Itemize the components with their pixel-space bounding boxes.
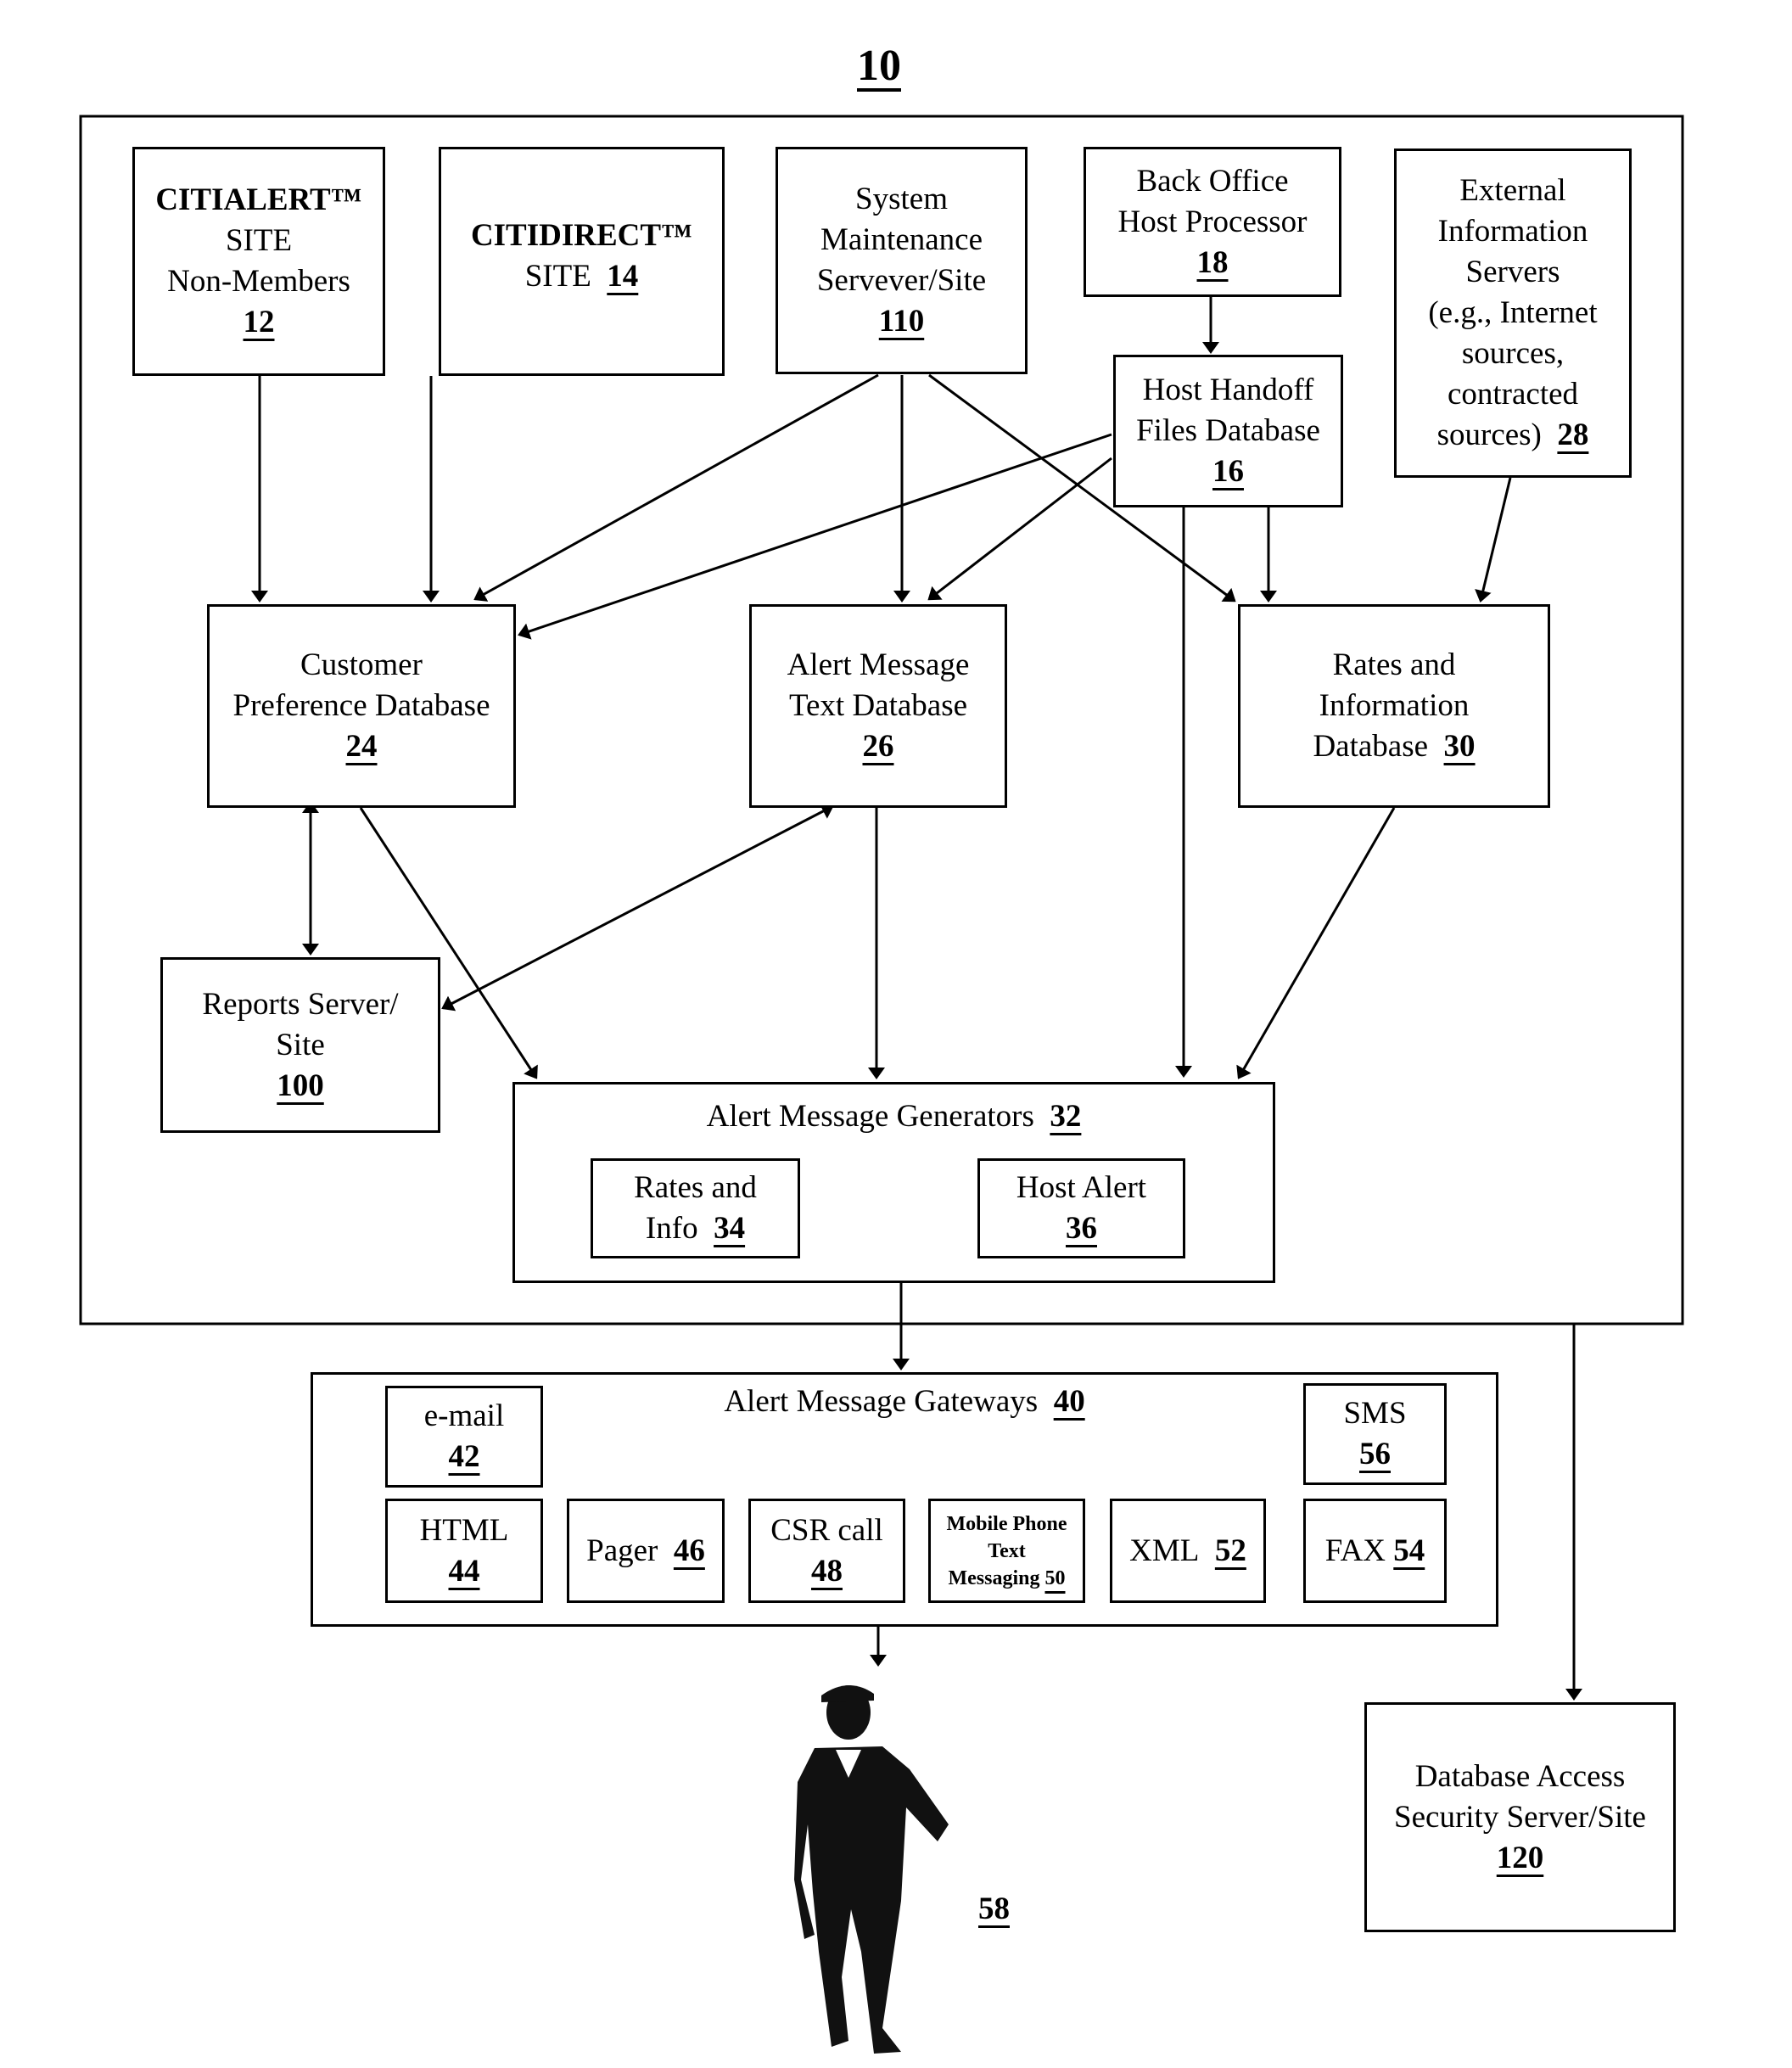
pager-label: Pager 46 — [586, 1533, 705, 1568]
citidirect-number: 14 — [607, 259, 639, 294]
custpref-line-2: Preference Database — [232, 688, 490, 723]
genrates-number: 34 — [714, 1211, 746, 1246]
mobile-number: 50 — [1044, 1566, 1066, 1589]
email-label: e-mail — [423, 1398, 505, 1433]
gateway-html-box: HTML 44 — [385, 1499, 543, 1603]
backoffice-line-2: Host Processor — [1117, 204, 1308, 239]
generator-rates-info-box: Rates and Info 34 — [591, 1158, 800, 1258]
custpref-line-1: Customer — [300, 647, 423, 682]
sysmaint-line-1: System — [855, 182, 948, 216]
html-label: HTML — [419, 1512, 509, 1548]
database-access-security-box: Database Access Security Server/Site 120 — [1364, 1702, 1676, 1932]
citialert-line-1: CITIALERT™ — [155, 182, 362, 217]
alerttext-line-1: Alert Message — [787, 647, 970, 682]
citidirect-line-1: CITIDIRECT™ — [470, 218, 693, 253]
email-number: 42 — [448, 1439, 480, 1474]
backoffice-number: 18 — [1196, 244, 1229, 280]
external-number: 28 — [1557, 418, 1589, 452]
reports-server-box: Reports Server/ Site 100 — [160, 957, 440, 1133]
external-line-4: (e.g., Internet — [1428, 295, 1598, 330]
external-line-7: sources) 28 — [1436, 418, 1589, 452]
sms-number: 56 — [1359, 1437, 1391, 1471]
handoff-line-2: Files Database — [1136, 413, 1320, 448]
sysmaint-line-3: Servever/Site — [816, 263, 987, 298]
gateway-xml-box: XML 52 — [1110, 1499, 1266, 1603]
back-office-box: Back Office Host Processor 18 — [1084, 147, 1341, 297]
dbaccess-number: 120 — [1496, 1840, 1544, 1875]
gateway-email-box: e-mail 42 — [385, 1386, 543, 1488]
arrow-handoff-to-alert-text — [927, 457, 1112, 601]
citialert-line-3: Non-Members — [167, 264, 350, 299]
backoffice-line-1: Back Office — [1136, 163, 1289, 199]
dbaccess-line-2: Security Server/Site — [1394, 1799, 1646, 1835]
mobile-line-3: Messaging 50 — [948, 1566, 1066, 1589]
citidirect-site-box: CITIDIRECT™ SITE 14 — [439, 147, 725, 376]
external-line-1: External — [1459, 173, 1566, 208]
gateways-number: 40 — [1053, 1384, 1085, 1419]
gateway-fax-box: FAX 54 — [1303, 1499, 1447, 1603]
sysmaint-line-2: Maintenance — [820, 222, 983, 257]
pager-number: 46 — [673, 1533, 705, 1568]
gateways-title: Alert Message Gateways 40 — [724, 1384, 1085, 1419]
external-line-2: Information — [1437, 214, 1588, 249]
reports-line-1: Reports Server/ — [202, 986, 399, 1022]
gateway-pager-box: Pager 46 — [567, 1499, 725, 1603]
handoff-line-1: Host Handoff — [1142, 373, 1314, 407]
arrow-sysmaint-to-customer-pref — [473, 373, 879, 602]
external-line-3: Servers — [1465, 255, 1560, 289]
generators-title: Alert Message Generators 32 — [706, 1099, 1082, 1134]
dbaccess-line-1: Database Access — [1414, 1758, 1626, 1794]
custpref-number: 24 — [345, 729, 378, 764]
alerttext-number: 26 — [862, 729, 894, 764]
arrow-rates-db-to-generators — [1236, 807, 1396, 1079]
csr-number: 48 — [811, 1553, 843, 1589]
handoff-number: 16 — [1212, 454, 1244, 489]
ratesdb-line-2: Information — [1319, 688, 1470, 723]
system-maintenance-box: System Maintenance Servever/Site 110 — [776, 147, 1028, 374]
external-line-5: sources, — [1461, 336, 1565, 371]
arrow-alert-text-reports — [441, 804, 834, 1012]
xml-number: 52 — [1214, 1533, 1246, 1568]
html-number: 44 — [448, 1553, 480, 1589]
genrates-line-1: Rates and — [634, 1170, 757, 1205]
gateway-csr-call-box: CSR call 48 — [748, 1499, 905, 1603]
citidirect-line-2: SITE 14 — [524, 259, 639, 294]
alerttext-line-2: Text Database — [788, 688, 968, 723]
alert-message-text-db-box: Alert Message Text Database 26 — [749, 604, 1007, 808]
generator-host-alert-box: Host Alert 36 — [977, 1158, 1185, 1258]
rates-information-db-box: Rates and Information Database 30 — [1238, 604, 1550, 808]
csr-label: CSR call — [770, 1512, 883, 1548]
sms-label: SMS — [1343, 1396, 1407, 1431]
citialert-line-2: SITE — [225, 223, 293, 258]
ratesdb-line-3: Database 30 — [1313, 729, 1476, 764]
mobile-line-1: Mobile Phone — [946, 1512, 1067, 1535]
generators-number: 32 — [1050, 1099, 1082, 1134]
gateway-mobile-text-box: Mobile Phone Text Messaging 50 — [928, 1499, 1085, 1603]
customer-label: 58 — [978, 1891, 1010, 1926]
ratesdb-number: 30 — [1443, 729, 1476, 764]
reports-line-2: Site — [276, 1027, 325, 1062]
citialert-site-box: CITIALERT™ SITE Non-Members 12 — [132, 147, 385, 376]
xml-label: XML 52 — [1129, 1533, 1246, 1568]
mobile-line-2: Text — [988, 1539, 1026, 1562]
genhost-number: 36 — [1066, 1211, 1097, 1246]
fax-number: 54 — [1393, 1533, 1425, 1568]
genrates-line-2: Info 34 — [645, 1211, 746, 1246]
ratesdb-line-1: Rates and — [1332, 647, 1456, 682]
external-line-6: contracted — [1447, 377, 1579, 412]
host-handoff-box: Host Handoff Files Database 16 — [1113, 355, 1343, 507]
external-info-box: External Information Servers (e.g., Inte… — [1394, 149, 1632, 478]
citialert-number: 12 — [243, 305, 275, 339]
gateway-sms-box: SMS 56 — [1303, 1383, 1447, 1485]
customer-preference-db-box: Customer Preference Database 24 — [207, 604, 516, 808]
genhost-line-1: Host Alert — [1016, 1170, 1147, 1205]
fax-label: FAX 54 — [1324, 1533, 1425, 1568]
person-icon — [794, 1684, 949, 2054]
arrow-external-to-rates-db — [1475, 477, 1512, 602]
sysmaint-number: 110 — [878, 304, 925, 339]
reports-number: 100 — [277, 1068, 324, 1103]
